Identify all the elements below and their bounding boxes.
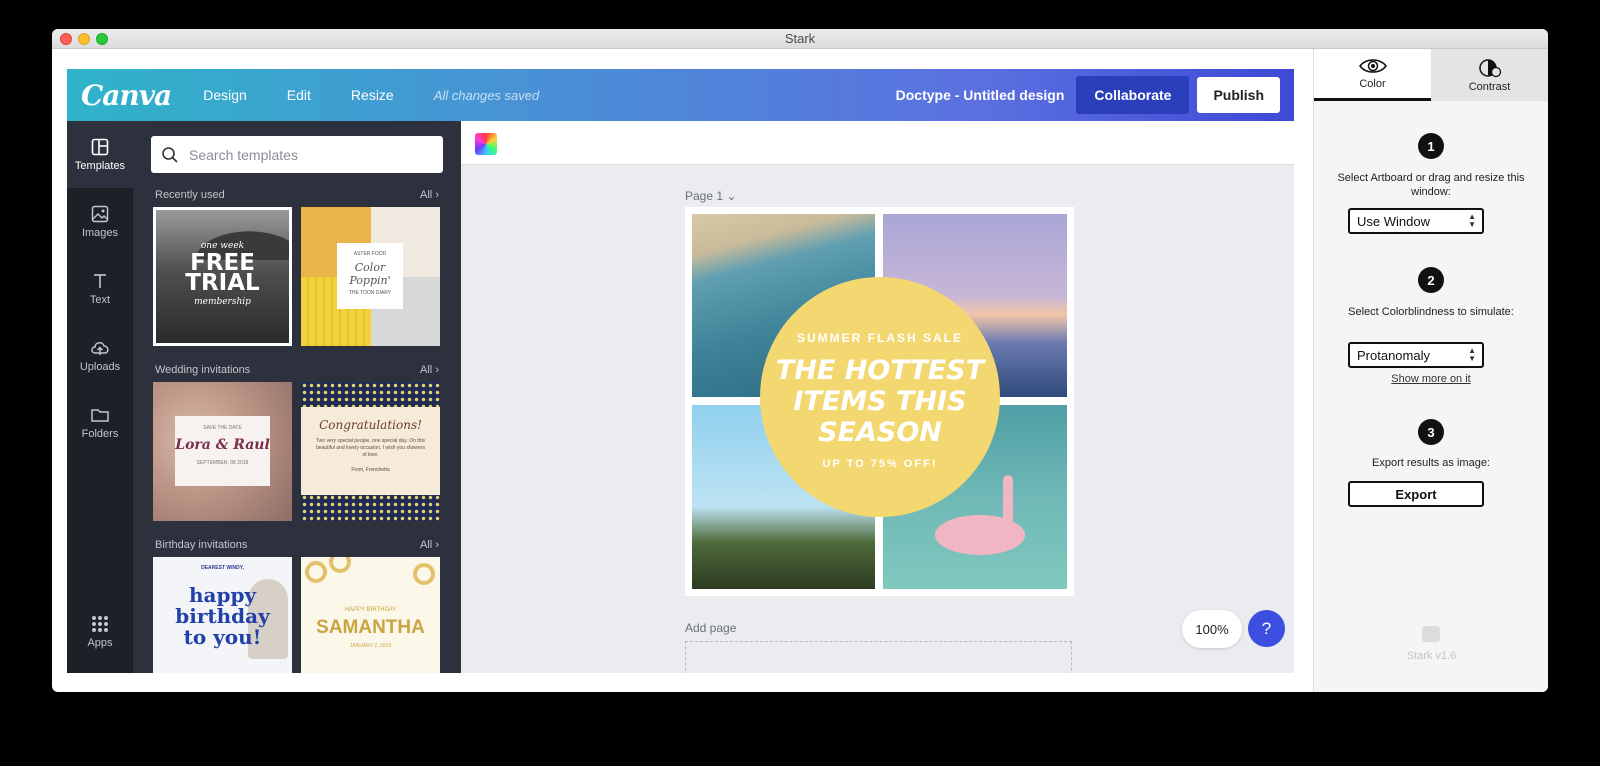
add-page-dropzone[interactable] <box>685 641 1072 673</box>
step-1-text: Select Artboard or drag and resize this … <box>1337 172 1525 198</box>
tab-contrast[interactable]: Contrast <box>1431 49 1548 101</box>
colorblindness-select[interactable]: Protanomaly ▲ ▼ <box>1348 342 1484 368</box>
artboard-select[interactable]: Use Window ▲ ▼ <box>1348 208 1484 234</box>
sidenav-folders[interactable]: Folders <box>67 389 133 456</box>
step-3-badge: 3 <box>1418 419 1444 445</box>
image-icon <box>91 205 109 222</box>
document-title[interactable]: Doctype - Untitled design <box>896 87 1065 103</box>
step-2-text: Select Colorblindness to simulate: <box>1348 306 1514 318</box>
step-2-badge: 2 <box>1418 267 1444 293</box>
eye-icon <box>1358 59 1387 73</box>
section-recently-used: Recently used All › <box>155 189 439 201</box>
sale-sub: UP TO 75% OFF! <box>822 458 938 470</box>
publish-button[interactable]: Publish <box>1197 77 1280 113</box>
sidenav-apps-label: Apps <box>87 636 113 649</box>
sidenav-images-label: Images <box>81 226 119 239</box>
sale-circle: SUMMER FLASH SALE THE HOTTEST ITEMS THIS… <box>760 277 1000 517</box>
step-3-text: Export results as image: <box>1372 457 1490 469</box>
close-window-button[interactable] <box>60 33 72 45</box>
side-nav: Templates Images Text Uploads Folders Ap… <box>67 121 133 673</box>
save-status: All changes saved <box>433 87 540 103</box>
export-button[interactable]: Export <box>1348 481 1484 507</box>
stark-panel: Color Contrast 1 Select Artboard or drag… <box>1313 49 1548 692</box>
see-all-link[interactable]: All › <box>420 364 439 376</box>
template-congratulations[interactable]: Congratulations! Two very special people… <box>301 382 440 521</box>
zoom-window-button[interactable] <box>96 33 108 45</box>
stark-version: Stark v1.6 <box>1406 650 1457 662</box>
sale-headline: THE HOTTEST ITEMS THIS SEASON <box>760 355 1000 448</box>
templates-panel: Search templates Recently used All › one… <box>133 121 461 673</box>
search-icon <box>162 146 178 163</box>
app-window: Stark Canva Design Edit Resize All chang… <box>52 29 1548 692</box>
canva-app: Canva Design Edit Resize All changes sav… <box>67 69 1294 673</box>
chevron-down-icon: ⌄ <box>726 189 737 203</box>
sidenav-uploads[interactable]: Uploads <box>67 322 133 389</box>
section-title: Wedding invitations <box>155 364 251 376</box>
section-birthday-invitations: Birthday invitations All › <box>155 539 439 551</box>
contrast-icon <box>1478 58 1501 77</box>
step-1-badge: 1 <box>1418 133 1444 159</box>
headline-line-1: THE HOTTEST <box>775 355 985 386</box>
select-arrows-icon: ▲ ▼ <box>1468 346 1476 363</box>
canva-logo[interactable]: Canva <box>81 79 172 112</box>
folder-icon <box>91 408 109 422</box>
tab-color[interactable]: Color <box>1314 49 1431 101</box>
zoom-level-button[interactable]: 100% <box>1182 610 1242 648</box>
nav-resize[interactable]: Resize <box>351 87 394 103</box>
select-arrows-icon: ▲ ▼ <box>1468 212 1476 229</box>
sidenav-folders-label: Folders <box>81 427 119 440</box>
template-birthday-2[interactable]: HAPPY BIRTHDAY SAMANTHA JANUARY 2, 2019 <box>301 557 440 673</box>
headline-line-2: ITEMS THIS <box>793 386 967 417</box>
section-title: Recently used <box>155 189 225 201</box>
section-wedding-invitations: Wedding invitations All › <box>155 364 439 376</box>
editor-toolbar <box>461 121 1294 165</box>
canva-top-bar: Canva Design Edit Resize All changes sav… <box>67 69 1294 121</box>
minimize-window-button[interactable] <box>78 33 90 45</box>
window-title: Stark <box>784 31 816 46</box>
see-all-link[interactable]: All › <box>420 189 439 201</box>
collaborate-button[interactable]: Collaborate <box>1076 76 1190 114</box>
upload-icon <box>91 341 109 355</box>
color-picker-swatch[interactable] <box>475 133 497 155</box>
section-title: Birthday invitations <box>155 539 248 551</box>
template-wedding[interactable]: SAVE THE DATE Lora & Raul SEPTEMBER, 08 … <box>153 382 292 521</box>
add-page-button[interactable]: Add page <box>685 621 736 635</box>
page-label[interactable]: Page 1 ⌄ <box>685 189 736 203</box>
title-bar: Stark <box>52 29 1548 49</box>
sidenav-images[interactable]: Images <box>67 188 133 255</box>
sidenav-uploads-label: Uploads <box>79 360 121 373</box>
sidenav-templates-label: Templates <box>74 159 126 172</box>
sidenav-text[interactable]: Text <box>67 255 133 322</box>
sidenav-templates[interactable]: Templates <box>67 121 133 188</box>
template-color-poppin[interactable]: ASTER FOOD Color Poppin' THE TOON DIARY <box>301 207 440 346</box>
design-canvas[interactable]: SUMMER FLASH SALE THE HOTTEST ITEMS THIS… <box>685 207 1074 596</box>
show-more-link[interactable]: Show more on it <box>1334 373 1528 385</box>
template-birthday-1[interactable]: DEAREST WINDY, happy birthday to you! <box>153 557 292 673</box>
nav-edit[interactable]: Edit <box>287 87 311 103</box>
search-placeholder: Search templates <box>189 146 298 163</box>
see-all-link[interactable]: All › <box>420 539 439 551</box>
apps-grid-icon <box>92 615 108 632</box>
sidenav-text-label: Text <box>89 293 111 306</box>
template-free-trial[interactable]: one week FREE TRIAL membership <box>153 207 292 346</box>
stark-tabs: Color Contrast <box>1314 49 1548 101</box>
text-icon <box>94 273 106 288</box>
sale-kicker: SUMMER FLASH SALE <box>797 331 963 345</box>
search-templates-input[interactable]: Search templates <box>151 136 443 173</box>
sidenav-apps[interactable]: Apps <box>67 598 133 665</box>
stark-logo-icon <box>1422 626 1440 642</box>
templates-icon <box>91 138 109 155</box>
headline-line-3: SEASON <box>818 417 942 448</box>
nav-design[interactable]: Design <box>203 87 247 103</box>
help-button[interactable]: ? <box>1248 610 1285 647</box>
